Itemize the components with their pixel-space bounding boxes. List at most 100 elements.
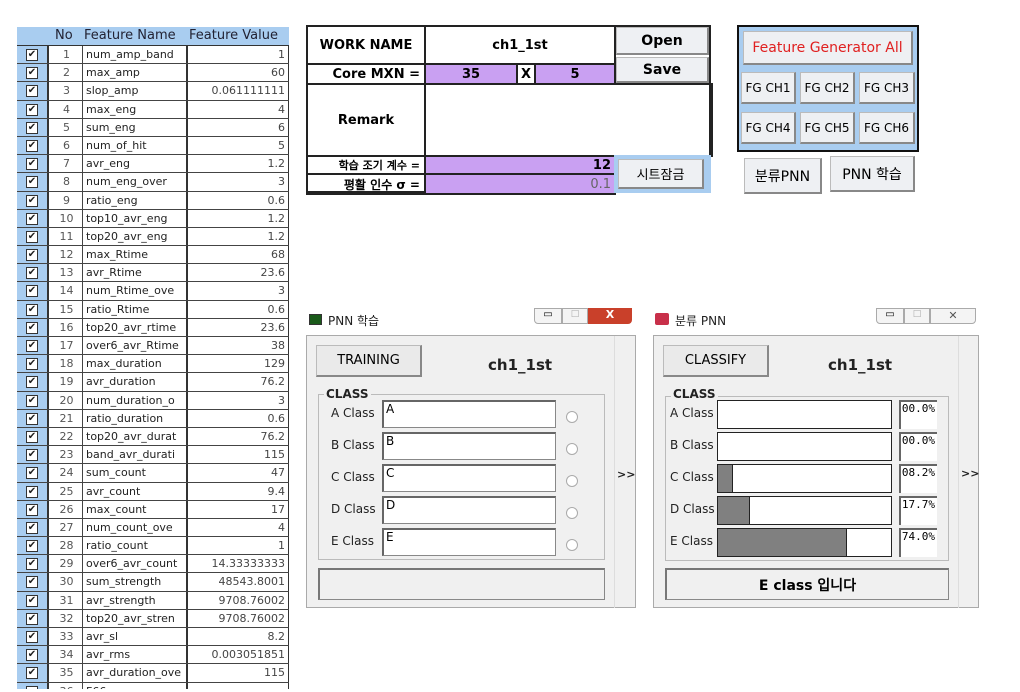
- row-checkbox[interactable]: ✔: [26, 103, 38, 116]
- row-no: 26: [47, 500, 84, 518]
- class-name-input[interactable]: A: [382, 400, 556, 428]
- feature-generator-all-button[interactable]: Feature Generator All: [743, 31, 913, 65]
- row-feature-name: max_count: [82, 500, 186, 518]
- classify-pnn-button[interactable]: 분류PNN: [744, 158, 822, 194]
- row-checkbox[interactable]: ✔: [26, 631, 38, 643]
- class-radio[interactable]: [566, 507, 578, 519]
- save-button[interactable]: Save: [616, 57, 709, 83]
- work-name-field[interactable]: ch1_1st: [424, 25, 616, 65]
- table-row: ✔ 29 over6_avr_count 14.33333333: [17, 555, 289, 574]
- table-row: ✔ 10 top10_avr_eng 1.2: [17, 209, 289, 228]
- class-name-input[interactable]: B: [382, 432, 556, 460]
- window-title: PNN 학습: [328, 314, 380, 328]
- row-checkbox[interactable]: ✔: [26, 412, 38, 425]
- row-checkbox-cell: ✔: [17, 609, 47, 627]
- class-name-input[interactable]: C: [382, 464, 556, 492]
- pnn-train-button[interactable]: PNN 학습: [830, 156, 915, 192]
- row-no: 8: [47, 173, 84, 191]
- row-checkbox-cell: ✔: [17, 500, 47, 518]
- row-checkbox[interactable]: ✔: [26, 340, 38, 352]
- row-checkbox[interactable]: ✔: [26, 249, 38, 262]
- row-checkbox[interactable]: ✔: [26, 121, 38, 134]
- class-radio[interactable]: [566, 443, 578, 455]
- divider: [614, 336, 615, 608]
- row-checkbox-cell: ✔: [17, 537, 47, 555]
- row-checkbox[interactable]: ✔: [26, 649, 38, 662]
- row-checkbox[interactable]: ✔: [26, 521, 38, 534]
- row-checkbox[interactable]: ✔: [26, 612, 38, 625]
- row-checkbox[interactable]: ✔: [26, 467, 38, 480]
- fg-ch3-button[interactable]: FG CH3: [859, 72, 915, 104]
- row-checkbox[interactable]: ✔: [26, 67, 38, 80]
- row-checkbox-cell: ✔: [17, 264, 47, 282]
- row-checkbox[interactable]: ✔: [26, 503, 38, 516]
- row-no: 2: [47, 64, 84, 82]
- maximize-button[interactable]: □: [562, 308, 588, 324]
- row-checkbox[interactable]: ✔: [26, 85, 38, 98]
- training-button[interactable]: TRAINING: [316, 345, 422, 377]
- row-checkbox[interactable]: ✔: [26, 558, 38, 571]
- row-checkbox[interactable]: ✔: [26, 449, 38, 462]
- class-label: A Class: [670, 406, 714, 420]
- remark-field[interactable]: [424, 83, 713, 157]
- row-checkbox[interactable]: ✔: [26, 212, 38, 225]
- row-no: 16: [47, 318, 84, 336]
- pnn-classify-window: 분류 PNN ▭ □ ✕ CLASSIFY ch1_1st CLASS A Cl…: [653, 308, 979, 608]
- fg-ch1-button[interactable]: FG CH1: [741, 72, 796, 104]
- core-m-field[interactable]: 35: [424, 63, 518, 85]
- class-name-input[interactable]: E: [382, 528, 556, 556]
- row-checkbox[interactable]: ✔: [26, 267, 38, 280]
- sheet-lock-button[interactable]: 시트잠금: [618, 159, 704, 189]
- row-checkbox[interactable]: ✔: [26, 594, 38, 607]
- row-checkbox[interactable]: ✔: [26, 158, 38, 171]
- row-checkbox[interactable]: ✔: [26, 139, 38, 152]
- row-checkbox[interactable]: ✔: [26, 667, 38, 680]
- row-checkbox[interactable]: ✔: [26, 194, 38, 207]
- row-checkbox[interactable]: ✔: [26, 576, 38, 589]
- core-n-field[interactable]: 5: [534, 63, 616, 85]
- fg-ch2-button[interactable]: FG CH2: [800, 72, 855, 104]
- fg-ch5-button[interactable]: FG CH5: [800, 112, 855, 144]
- row-checkbox[interactable]: ✔: [26, 230, 38, 243]
- sigma-field[interactable]: 0.1: [424, 173, 616, 195]
- class-label: B Class: [331, 438, 375, 452]
- row-checkbox-cell: ✔: [17, 209, 47, 227]
- class-group-label: CLASS: [324, 387, 371, 401]
- open-button[interactable]: Open: [616, 27, 709, 55]
- row-checkbox[interactable]: ✔: [26, 49, 38, 61]
- row-checkbox-cell: ✔: [17, 518, 47, 537]
- close-button[interactable]: X: [588, 308, 632, 324]
- row-checkbox[interactable]: ✔: [26, 303, 38, 316]
- class-radio[interactable]: [566, 475, 578, 487]
- row-checkbox[interactable]: ✔: [26, 485, 38, 498]
- row-checkbox[interactable]: ✔: [26, 176, 38, 189]
- expand-button[interactable]: >>: [961, 467, 979, 480]
- minimize-button[interactable]: ▭: [876, 308, 904, 324]
- row-checkbox[interactable]: ✔: [26, 358, 38, 371]
- expand-button[interactable]: >>: [617, 468, 635, 481]
- fg-ch6-button[interactable]: FG CH6: [859, 112, 915, 144]
- row-no: 4: [47, 100, 84, 118]
- row-checkbox-cell: ✔: [17, 355, 47, 373]
- classify-button[interactable]: CLASSIFY: [663, 345, 769, 377]
- row-checkbox-cell: ✔: [17, 191, 47, 209]
- fg-ch4-button[interactable]: FG CH4: [741, 112, 796, 144]
- class-radio[interactable]: [566, 411, 578, 423]
- class-radio[interactable]: [566, 539, 578, 551]
- row-no: 10: [47, 209, 84, 227]
- row-checkbox[interactable]: ✔: [26, 430, 38, 443]
- class-probability-bar: [717, 464, 892, 493]
- row-checkbox[interactable]: [26, 685, 38, 689]
- row-checkbox[interactable]: ✔: [26, 376, 38, 389]
- close-button[interactable]: ✕: [930, 308, 976, 324]
- table-row: ✔ 1 num_amp_band 1: [17, 46, 289, 65]
- maximize-button[interactable]: □: [904, 308, 930, 324]
- row-checkbox[interactable]: ✔: [26, 540, 38, 553]
- row-checkbox[interactable]: ✔: [26, 285, 38, 298]
- row-checkbox[interactable]: ✔: [26, 394, 38, 407]
- early-stop-field[interactable]: 12: [424, 155, 616, 175]
- row-feature-name: avr_sl: [82, 628, 186, 646]
- class-name-input[interactable]: D: [382, 496, 556, 524]
- minimize-button[interactable]: ▭: [534, 308, 562, 324]
- row-checkbox[interactable]: ✔: [26, 321, 38, 334]
